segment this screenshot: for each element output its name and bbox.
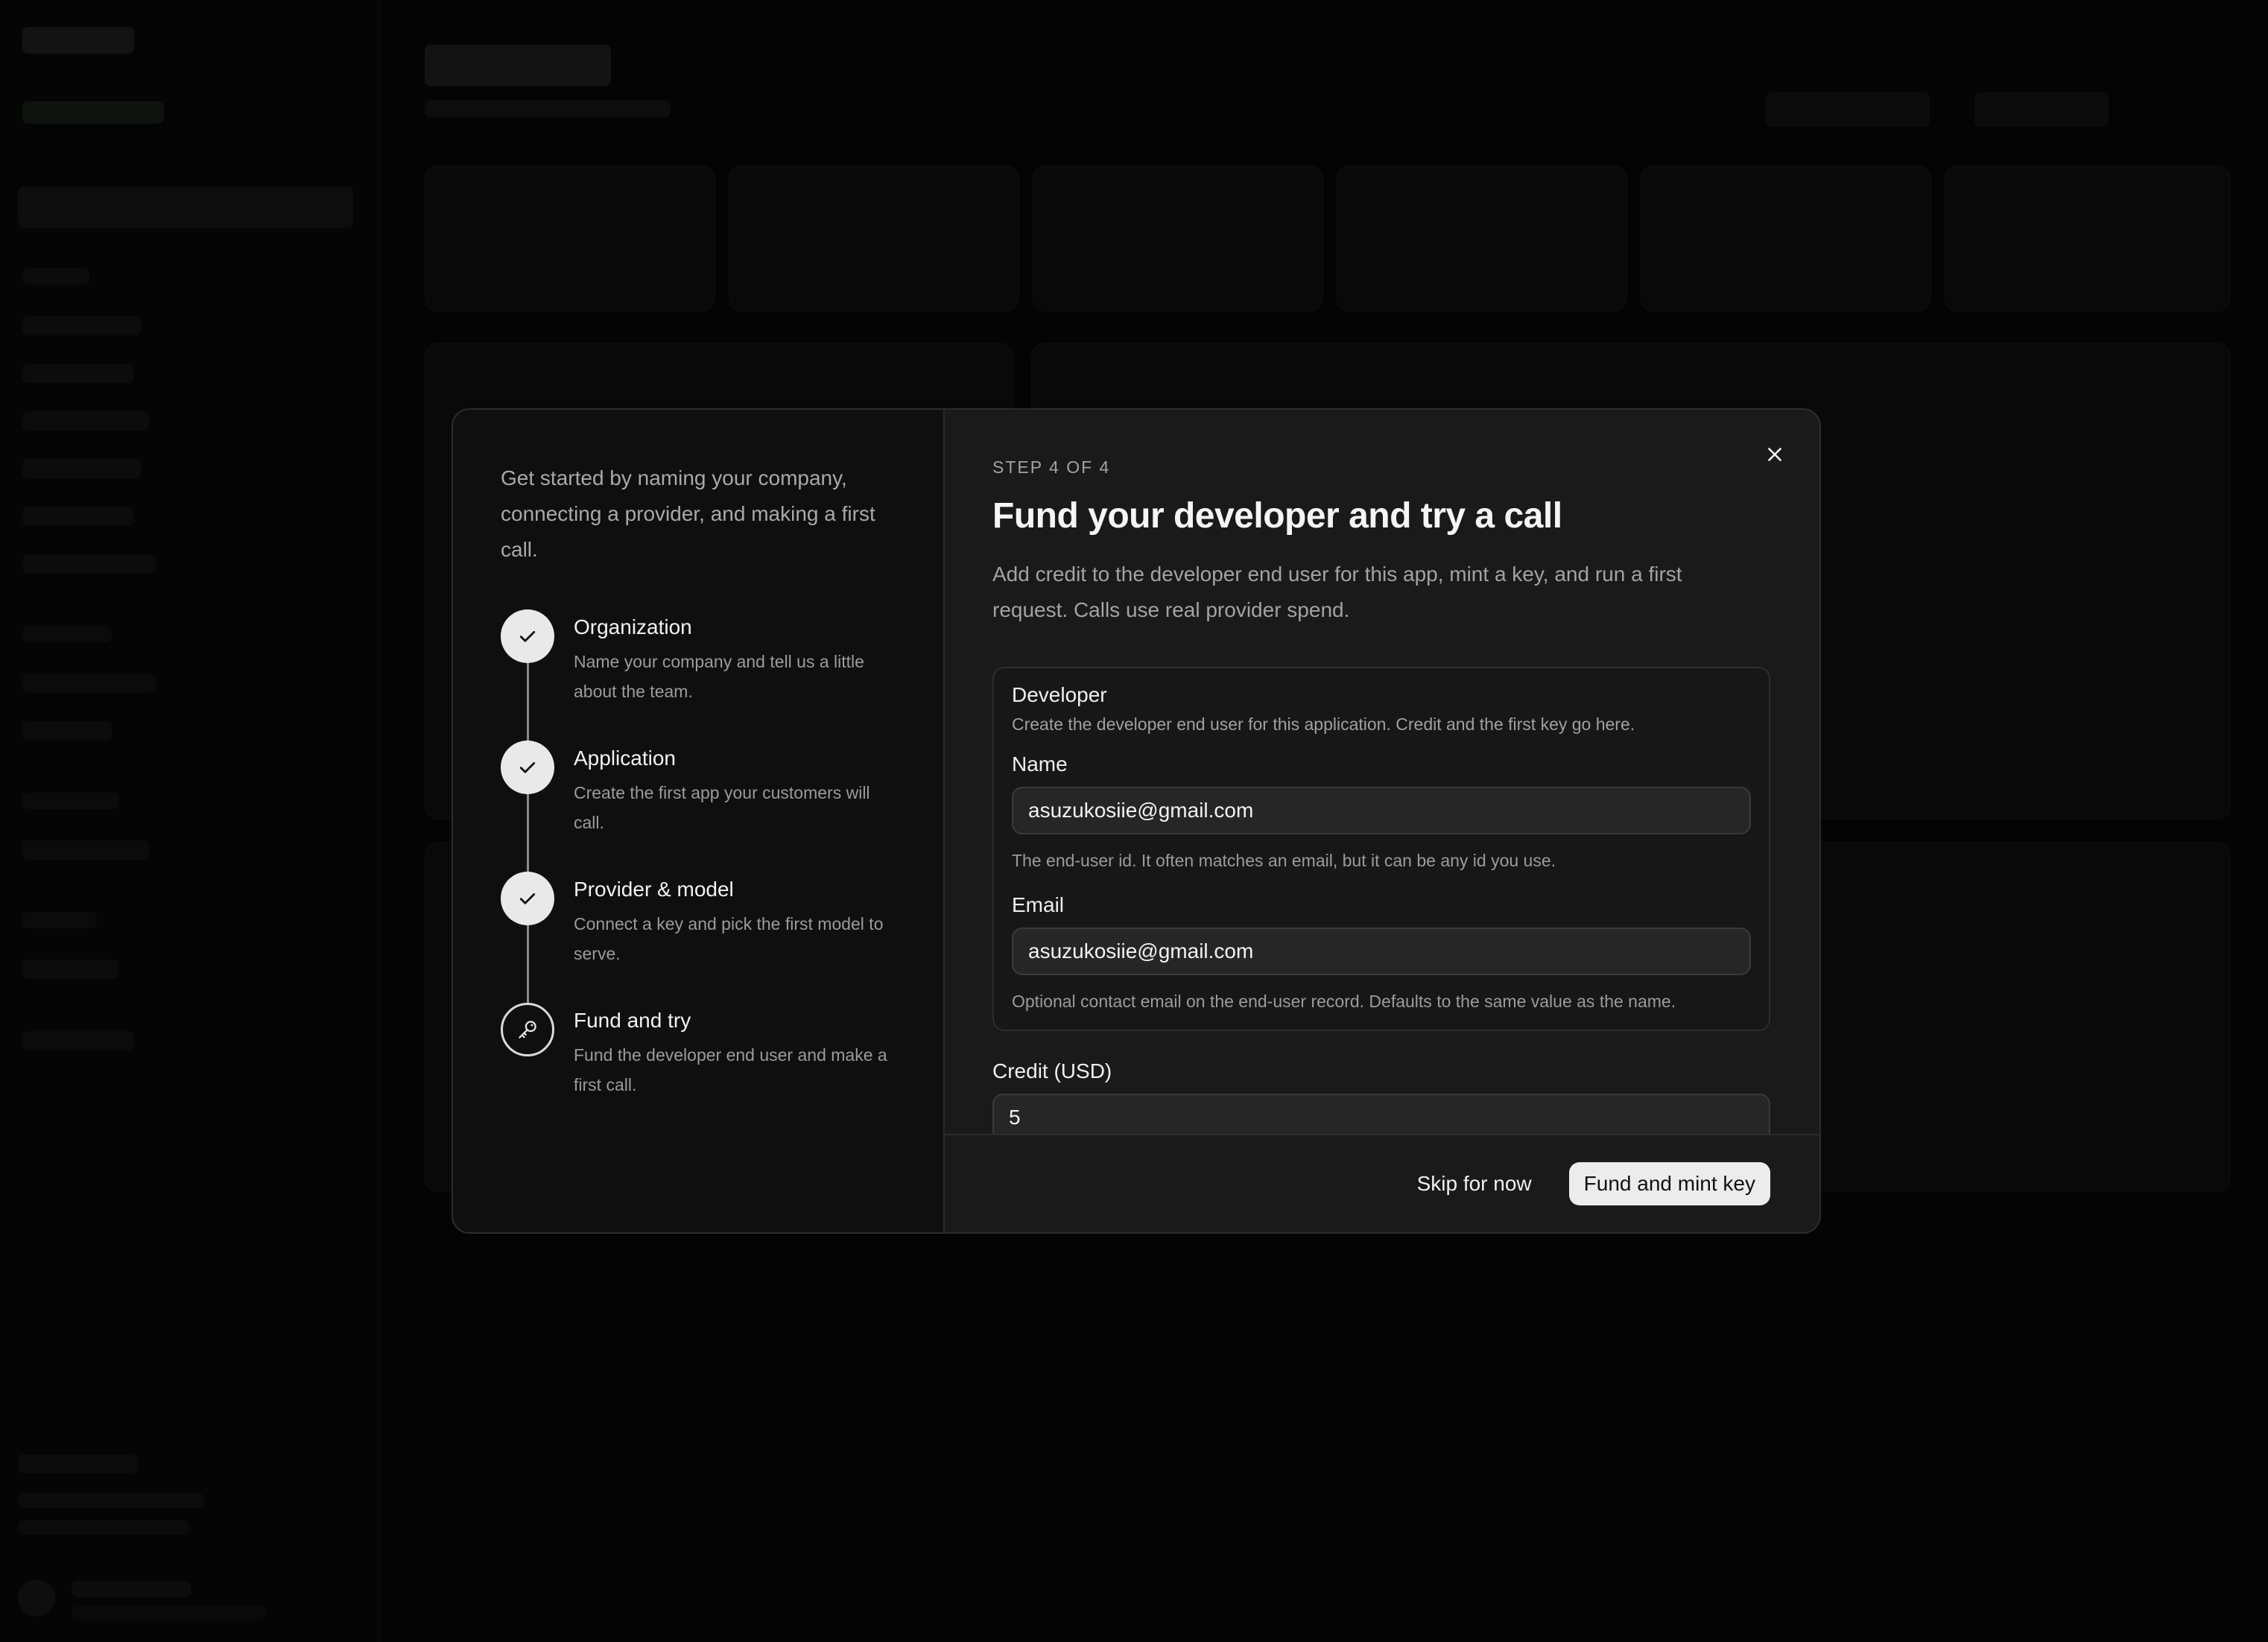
step-list: Organization Name your company and tell … [501,609,896,1134]
step-fund-and-try: Fund and try Fund the developer end user… [501,1003,896,1134]
step-content-panel: STEP 4 OF 4 Fund your developer and try … [945,410,1819,1232]
step-description: Create the first app your customers will… [574,783,870,832]
check-icon [501,872,554,925]
modal-footer: Skip for now Fund and mint key [945,1134,1819,1232]
onboarding-steps-panel: Get started by naming your company, conn… [453,410,945,1232]
step-title: Fund and try [574,1009,691,1032]
name-hint: The end-user id. It often matches an ema… [1012,851,1556,870]
close-button[interactable] [1760,440,1790,469]
credit-input[interactable] [992,1094,1770,1137]
email-input[interactable] [1012,928,1751,975]
step-connector [527,925,529,1003]
developer-description: Create the developer end user for this a… [1012,714,1635,734]
check-icon [501,741,554,794]
name-label: Name [1012,752,1068,776]
email-hint: Optional contact email on the end-user r… [1012,992,1676,1011]
name-input[interactable] [1012,787,1751,834]
step-counter: STEP 4 OF 4 [992,457,1111,477]
skip-button[interactable]: Skip for now [1402,1161,1547,1206]
step-organization: Organization Name your company and tell … [501,609,896,741]
check-icon [501,609,554,663]
onboarding-modal: Get started by naming your company, conn… [452,408,1821,1234]
modal-description: Add credit to the developer end user for… [992,562,1682,621]
developer-title: Developer [1012,683,1107,706]
step-title: Provider & model [574,878,734,901]
step-description: Connect a key and pick the first model t… [574,914,884,963]
step-description: Name your company and tell us a little a… [574,652,864,701]
step-title: Application [574,746,676,770]
fund-and-mint-key-button[interactable]: Fund and mint key [1568,1162,1770,1205]
onboarding-intro: Get started by naming your company, conn… [501,466,875,561]
step-content-scroll[interactable]: STEP 4 OF 4 Fund your developer and try … [945,410,1819,1137]
modal-title: Fund your developer and try a call [992,496,1562,536]
step-description: Fund the developer end user and make a f… [574,1045,887,1094]
credit-label: Credit (USD) [992,1059,1112,1082]
key-icon [501,1003,554,1056]
step-provider-model: Provider & model Connect a key and pick … [501,872,896,1003]
step-connector [527,663,529,741]
developer-section: Developer Create the developer end user … [992,667,1770,1031]
close-icon [1768,448,1781,461]
step-title: Organization [574,615,692,638]
email-label: Email [1012,893,1065,916]
step-application: Application Create the first app your cu… [501,741,896,872]
step-connector [527,794,529,872]
